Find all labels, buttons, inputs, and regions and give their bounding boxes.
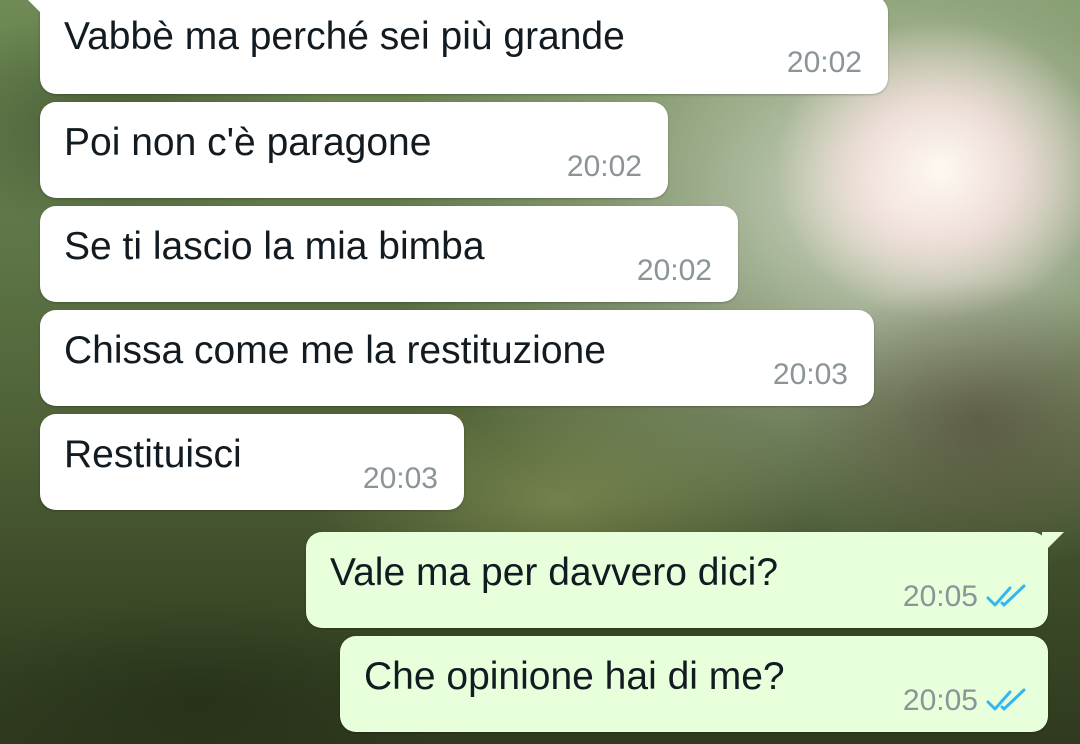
message-bubble-outgoing[interactable]: Che opinione hai di me? 20:05 <box>340 636 1048 732</box>
message-bubble-incoming[interactable]: Restituisci 20:03 <box>40 414 464 510</box>
message-time: 20:02 <box>566 150 642 183</box>
message-text: Che opinione hai di me? <box>364 655 785 698</box>
message-meta: 20:02 <box>787 46 862 80</box>
message-time: 20:05 <box>902 580 978 613</box>
message-time: 20:02 <box>786 46 862 79</box>
message-bubble-incoming[interactable]: Chissa come me la restituzione 20:03 <box>40 310 874 406</box>
message-bubble-outgoing[interactable]: Vale ma per davvero dici? 20:05 <box>306 532 1064 628</box>
message-meta: 20:03 <box>773 358 848 392</box>
message-meta: 20:05 <box>903 684 1028 718</box>
message-time: 20:03 <box>772 358 848 391</box>
message-time: 20:05 <box>902 684 978 717</box>
message-bubble-incoming[interactable]: Poi non c'è paragone 20:02 <box>40 102 668 198</box>
message-time: 20:03 <box>362 462 438 495</box>
message-bubble-incoming[interactable]: Se ti lascio la mia bimba 20:02 <box>40 206 738 302</box>
bubble-tail <box>24 0 46 18</box>
double-check-read-icon <box>986 688 1026 711</box>
double-check-read-icon <box>986 584 1026 607</box>
message-meta: 20:03 <box>363 462 438 496</box>
message-meta: 20:05 <box>903 580 1028 614</box>
message-meta: 20:02 <box>567 150 642 184</box>
message-time: 20:02 <box>636 254 712 287</box>
message-text: Chissa come me la restituzione <box>64 329 606 372</box>
message-bubble-incoming[interactable]: Vabbè ma perché sei più grande 20:02 <box>24 0 888 94</box>
message-text: Vabbè ma perché sei più grande <box>64 15 625 58</box>
message-text: Poi non c'è paragone <box>64 121 432 164</box>
bubble-tail <box>1042 532 1064 554</box>
message-text: Vale ma per davvero dici? <box>330 551 779 594</box>
message-meta: 20:02 <box>637 254 712 288</box>
message-text: Se ti lascio la mia bimba <box>64 225 485 268</box>
message-text: Restituisci <box>64 433 242 476</box>
